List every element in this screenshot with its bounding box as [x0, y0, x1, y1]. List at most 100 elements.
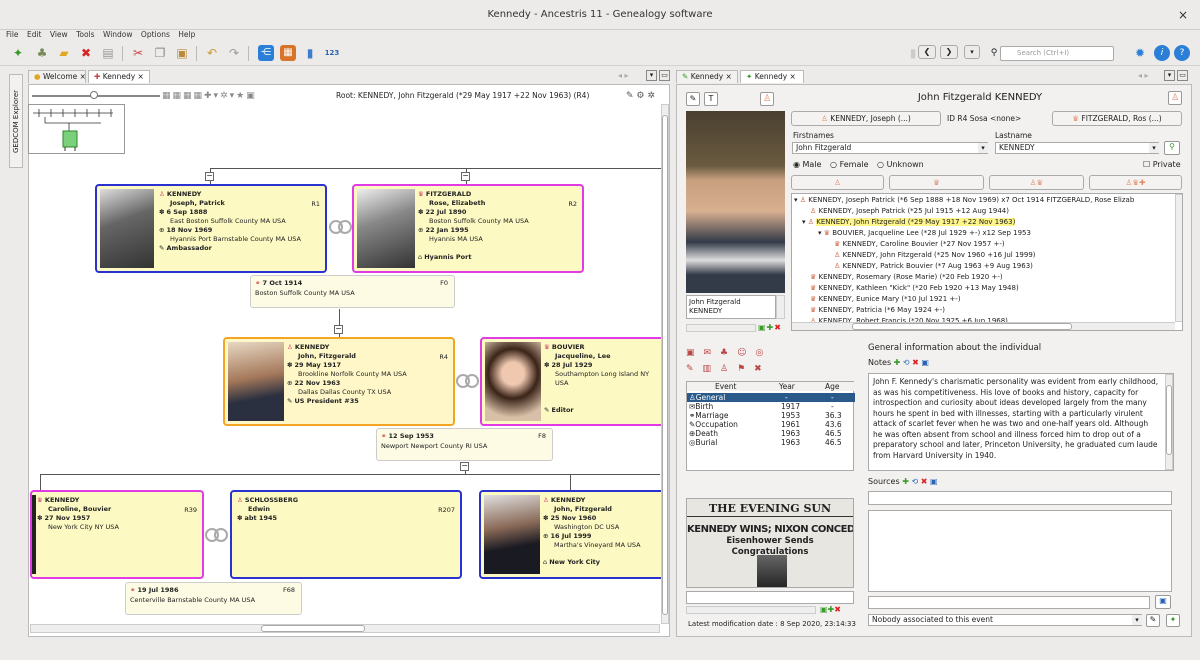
settings-gear-icon[interactable]: ✹ [1132, 45, 1148, 61]
tab-list-icon[interactable]: ▾ [646, 70, 657, 81]
open-folder-icon[interactable]: ▰ [56, 45, 72, 61]
help-icon[interactable]: ? [1174, 45, 1190, 61]
sex-unknown-radio[interactable]: ○ Unknown [877, 160, 924, 169]
forward-icon[interactable]: ❯ [940, 45, 958, 59]
event-row[interactable]: ⚭ Marriage 1953 36.3 [687, 411, 855, 420]
family-card-f8[interactable]: ⚭ 12 Sep 1953 Newport Newport County RI … [376, 428, 553, 461]
event-type-icons[interactable]: ▣✉♣☺◎ ✎▥♙⚑✖ [686, 345, 796, 377]
tab-kennedy-tree[interactable]: ✚ Kennedy × [88, 70, 150, 83]
source-text-area[interactable] [868, 510, 1172, 592]
tree-row[interactable]: ♛ KENNEDY, Eunice Mary (*10 Jul 1921 +-) [810, 294, 961, 304]
menu-window[interactable]: Window [103, 30, 133, 39]
text-mode-icon[interactable]: T [704, 92, 718, 106]
link-source-icon[interactable]: ⟲ [911, 477, 918, 486]
association-dropdown-icon[interactable]: ▾ [1132, 615, 1142, 625]
association-field[interactable] [868, 596, 1150, 609]
event-row-selected[interactable]: ♙ General - - [687, 393, 855, 402]
close-window-icon[interactable]: × [1178, 0, 1188, 30]
lastname-search-icon[interactable]: ⚲ [1164, 141, 1180, 155]
maximize-icon[interactable]: ▭ [659, 70, 670, 81]
association-dropdown[interactable]: Nobody associated to this event [868, 614, 1142, 626]
sex-female-radio[interactable]: ○ Female [830, 160, 868, 169]
copy-icon[interactable]: ❐ [152, 45, 168, 61]
firstnames-dropdown-icon[interactable]: ▾ [978, 143, 988, 153]
person-card-edwin[interactable]: ♙ SCHLOSSBERG Edwin ✽ abt 1945 R207 [230, 490, 462, 579]
event-media-image[interactable]: THE EVENING SUN KENNEDY WINS; NIXON CONC… [686, 498, 854, 588]
redo-icon[interactable]: ↷ [226, 45, 242, 61]
tab-list-icon[interactable]: ▾ [1164, 70, 1175, 81]
edit-source-icon[interactable]: ▣ [930, 477, 938, 486]
expand-family-button[interactable]: − [334, 325, 343, 334]
event-row[interactable]: ✉ Birth 1917- [687, 402, 855, 411]
search-input[interactable]: Search (Ctrl+I) [1000, 46, 1114, 61]
lastname-field[interactable]: KENNEDY [995, 142, 1159, 154]
events-table[interactable]: Event Year Age ♙ General - - ✉ Birth 1917… [686, 381, 855, 471]
numbering-icon[interactable]: 123 [322, 45, 342, 61]
media-title-field[interactable] [686, 591, 854, 604]
expand-children-button[interactable]: − [460, 462, 469, 471]
info-icon[interactable]: i [1154, 45, 1170, 61]
father-button[interactable]: ♙ KENNEDY, Joseph (...) [791, 111, 941, 126]
association-search-icon[interactable]: ▣ [1155, 595, 1171, 609]
person-card-jfk-jr[interactable]: ♙ KENNEDY John, Fitzgerald ✽ 25 Nov 1960… [479, 490, 666, 579]
tree-row[interactable]: ♛ KENNEDY, Patricia (*6 May 1924 +-) [810, 305, 945, 315]
tree-row[interactable]: ♙ KENNEDY, John Fitzgerald (*25 Nov 1960… [834, 250, 1036, 260]
caption-scrollbar[interactable] [776, 295, 785, 319]
family-tree-list[interactable]: ▾ ♙ KENNEDY, Joseph Patrick (*6 Sep 1888… [791, 193, 1183, 331]
gedcom-explorer-tab[interactable]: GEDCOM Explorer [9, 74, 23, 168]
tree-minimap[interactable] [28, 104, 125, 154]
tree-row[interactable]: ▾ ♙ KENNEDY, Joseph Patrick (*6 Sep 1888… [794, 195, 1134, 205]
firstnames-field[interactable]: John Fitzgerald [792, 142, 988, 154]
zoom-slider-handle[interactable] [90, 91, 98, 99]
add-child-button[interactable]: ♙♛✚ [1089, 175, 1182, 190]
paste-icon[interactable]: ▣ [174, 45, 190, 61]
delete-source-icon[interactable]: ✖ [921, 477, 928, 486]
individual-photo[interactable] [686, 111, 785, 293]
source-title-field[interactable] [868, 491, 1172, 505]
person-icon[interactable]: ♙ [760, 92, 774, 106]
person-card-caroline[interactable]: ♛ KENNEDY Caroline, Bouvier ✽ 27 Nov 195… [30, 490, 204, 579]
menu-edit[interactable]: Edit [27, 30, 42, 39]
book-icon[interactable]: ▮ [302, 45, 318, 61]
person-card-joseph[interactable]: ♙ KENNEDY Joseph, Patrick ✽ 6 Sep 1888 E… [95, 184, 327, 273]
individual-menu-icon[interactable]: ♙ [1168, 91, 1182, 105]
photo-scrollbar[interactable] [686, 324, 756, 332]
tree-list-hscrollbar[interactable] [792, 322, 1175, 330]
event-row[interactable]: ⊕ Death 1963 46.5 [687, 429, 855, 438]
photo-actions-icons[interactable]: ▣✚✖ [758, 323, 782, 332]
person-card-jackie[interactable]: ♛ BOUVIER Jacqueline, Lee ✽ 28 Jul 1929 … [480, 337, 666, 426]
association-edit-icon[interactable]: ✎ [1146, 614, 1160, 627]
tree-icon[interactable]: ♣ [34, 45, 50, 61]
add-father-button[interactable]: ♙ [791, 175, 884, 190]
add-spouse-button[interactable]: ♙♛ [989, 175, 1084, 190]
tree-row[interactable]: ♛ KENNEDY, Kathleen "Kick" (*20 Feb 1920… [810, 283, 1019, 293]
tab-welcome[interactable]: ● Welcome × [28, 70, 86, 83]
notes-scrollbar[interactable] [1165, 374, 1173, 470]
event-row[interactable]: ◎ Burial 1963 46.5 [687, 438, 855, 447]
add-note-icon[interactable]: ✚ [894, 358, 901, 367]
view-options-icons[interactable]: ▦▦▦▦✚▾✲▾★▣ [162, 89, 257, 103]
expand-father-button[interactable]: − [205, 172, 214, 181]
edit-note-icon[interactable]: ▣ [921, 358, 929, 367]
menu-options[interactable]: Options [141, 30, 170, 39]
tab-scroll-icon[interactable]: ◂ ▸ [1138, 71, 1149, 80]
cut-icon[interactable]: ✂ [130, 45, 146, 61]
grid-icon[interactable]: ▦ [280, 45, 296, 61]
tree-list-scrollbar[interactable] [1175, 194, 1182, 322]
private-checkbox[interactable]: ☐ Private [1143, 159, 1181, 171]
person-card-rose[interactable]: ♛ FITZGERALD Rose, Elizabeth ✽ 22 Jul 18… [352, 184, 584, 273]
family-card-f0[interactable]: ⚭ 7 Oct 1914 Boston Suffolk County MA US… [250, 275, 455, 308]
tree-row[interactable]: ♛ KENNEDY, Rosemary (Rose Marie) (*20 Fe… [810, 272, 1003, 282]
tree-settings-icons[interactable]: ✎ ⚙ ✲ [626, 89, 655, 103]
sex-male-radio[interactable]: ◉ Male [793, 160, 821, 169]
event-row[interactable]: ✎ Occupation 1961 43.6 [687, 420, 855, 429]
maximize-icon[interactable]: ▭ [1177, 70, 1188, 81]
tab-scroll-icon[interactable]: ◂ ▸ [618, 71, 629, 80]
share-icon[interactable]: ⋲ [258, 45, 274, 61]
media-scrollbar[interactable] [686, 606, 816, 614]
expand-mother-button[interactable]: − [461, 172, 470, 181]
tab-kennedy-editor-2[interactable]: ✦ Kennedy × [740, 70, 804, 83]
media-actions-icons[interactable]: ▣✚✖ [820, 605, 841, 614]
close-file-icon[interactable]: ✖ [78, 45, 94, 61]
tree-vertical-scrollbar[interactable] [661, 104, 669, 624]
